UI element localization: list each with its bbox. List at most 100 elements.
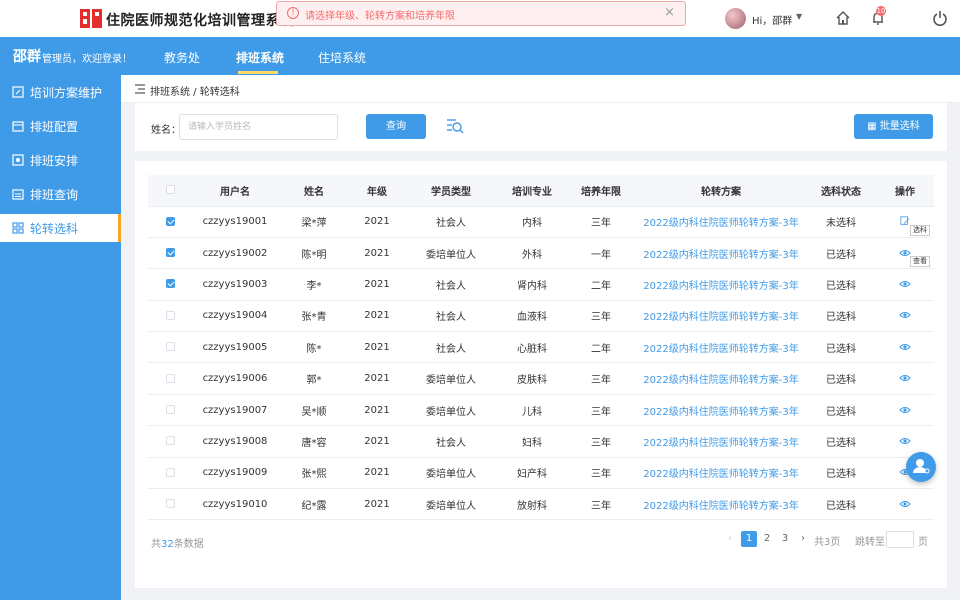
row-checkbox[interactable] [165,310,175,320]
grade-cell: 2021 [350,206,404,238]
info-icon: ! [287,7,299,19]
rotation-plan-link[interactable]: 2022级内科住院医师轮转方案-3年 [636,331,806,364]
menu-icon[interactable] [135,84,145,94]
type-cell: 委培单位人 [404,362,498,395]
page-1-button[interactable]: 1 [741,531,757,547]
home-icon[interactable] [835,10,851,26]
view-icon[interactable] [899,405,911,415]
rotation-plan-link[interactable]: 2022级内科住院医师轮转方案-3年 [636,206,806,238]
batch-select-button[interactable]: ▦ 批量选科 [854,114,933,139]
name-search-input[interactable] [179,114,338,140]
grade-cell: 2021 [350,331,404,364]
row-checkbox[interactable] [165,216,175,226]
grade-cell: 2021 [350,394,404,427]
notification-badge: 10 [876,6,886,16]
major-cell: 妇科 [498,425,566,458]
alert-close-button[interactable]: × [664,5,675,20]
sidebar-item-label: 排班安排 [30,154,79,168]
sidebar-item-schedule-arrange[interactable]: 排班安排 [0,146,121,174]
rotation-plan-link[interactable]: 2022级内科住院医师轮转方案-3年 [636,394,806,427]
tab-residency[interactable]: 住培系统 [318,49,366,66]
rotation-plan-link[interactable]: 2022级内科住院医师轮转方案-3年 [636,268,806,301]
page-2-button[interactable]: 2 [759,531,775,547]
username-cell: czzyys19009 [192,457,278,490]
sidebar-item-schedule-config[interactable]: 排班配置 [0,112,121,140]
rotation-plan-link[interactable]: 2022级内科住院医师轮转方案-3年 [636,362,806,395]
view-icon[interactable] [899,373,911,383]
row-checkbox[interactable] [165,248,175,258]
sidebar-item-label: 排班配置 [30,120,79,134]
page-jump-input[interactable] [886,531,914,548]
action-cell [876,300,934,333]
tab-academic-office[interactable]: 教务处 [164,49,200,66]
username-cell: czzyys19008 [192,425,278,458]
column-header: 培训专业 [498,175,566,207]
years-cell: 三年 [566,394,636,427]
view-icon[interactable] [899,436,911,446]
name-cell: 张*青 [278,300,350,333]
next-page-button[interactable]: › [795,531,811,547]
row-checkbox[interactable] [165,342,175,352]
action-cell [876,362,934,395]
column-header: 操作 [876,175,934,207]
avatar[interactable] [725,8,746,29]
rotation-plan-link[interactable]: 2022级内科住院医师轮转方案-3年 [636,488,806,521]
view-icon[interactable] [899,310,911,320]
sidebar-item-label: 培训方案维护 [30,86,103,100]
name-cell: 郭* [278,362,350,395]
table-row: czzyys19008 唐*容 2021 社会人 妇科 三年 2022级内科住院医师轮转方案… [148,425,934,458]
select-tooltip: 选科 [910,224,930,236]
view-icon[interactable] [899,279,911,289]
advanced-search-icon[interactable] [446,117,464,135]
action-cell [876,488,934,521]
row-select-cell [148,300,192,333]
name-cell: 梁*萍 [278,206,350,238]
grade-cell: 2021 [350,425,404,458]
status-cell: 已选科 [806,457,876,490]
name-label: 姓名： [151,125,181,136]
rotation-plan-link[interactable]: 2022级内科住院医师轮转方案-3年 [636,425,806,458]
view-icon[interactable] [899,499,911,509]
username-cell: czzyys19007 [192,394,278,427]
page-3-button[interactable]: 3 [777,531,793,547]
user-greeting[interactable]: Hi，邵群 [752,12,792,27]
rotation-plan-link[interactable]: 2022级内科住院医师轮转方案-3年 [636,300,806,333]
select-all-checkbox[interactable] [165,185,175,195]
row-checkbox[interactable] [165,373,175,383]
status-cell: 已选科 [806,237,876,270]
sidebar-item-schedule-query[interactable]: 排班查询 [0,180,121,208]
search-panel: 姓名： 查询 ▦ 批量选科 [135,103,947,151]
table-row: czzyys19010 纪*露 2021 委培单位人 放射科 三年 2022级内科住院医师轮… [148,488,934,521]
query-button[interactable]: 查询 [366,114,426,139]
row-select-cell [148,362,192,395]
table-row: czzyys19007 吴*顺 2021 委培单位人 儿科 三年 2022级内科住院医师轮转… [148,394,934,427]
rotation-plan-link[interactable]: 2022级内科住院医师轮转方案-3年 [636,237,806,270]
username-cell: czzyys19001 [192,206,278,238]
row-checkbox[interactable] [165,499,175,509]
years-cell: 二年 [566,268,636,301]
tab-scheduling[interactable]: 排班系统 [236,49,284,66]
view-icon[interactable] [899,342,911,352]
page-unit: 页 [918,537,928,548]
column-header: 选科状态 [806,175,876,207]
row-checkbox[interactable] [165,279,175,289]
table-row: czzyys19005 陈* 2021 社会人 心脏科 二年 2022级内科住院医师轮转方案… [148,331,934,364]
major-cell: 放射科 [498,488,566,521]
sidebar-item-training-plan[interactable]: 培训方案维护 [0,78,121,106]
status-cell: 已选科 [806,394,876,427]
alert-message: 请选择年级、轮转方案和培养年限 [305,11,455,22]
row-checkbox[interactable] [165,405,175,415]
action-cell [876,394,934,427]
type-cell: 委培单位人 [404,457,498,490]
row-checkbox[interactable] [165,467,175,477]
prev-page-button[interactable]: ‹ [722,531,738,547]
table-row: czzyys19003 李* 2021 社会人 肾内科 二年 2022级内科住院医师轮转方案… [148,268,934,301]
chevron-down-icon[interactable]: ▼ [796,12,802,21]
user-float-button[interactable] [906,452,936,482]
row-checkbox[interactable] [165,436,175,446]
username-cell: czzyys19004 [192,300,278,333]
sidebar-item-rotation-select[interactable]: 轮转选科 [0,214,121,242]
name-cell: 张*熙 [278,457,350,490]
rotation-plan-link[interactable]: 2022级内科住院医师轮转方案-3年 [636,457,806,490]
power-icon[interactable] [932,10,948,26]
